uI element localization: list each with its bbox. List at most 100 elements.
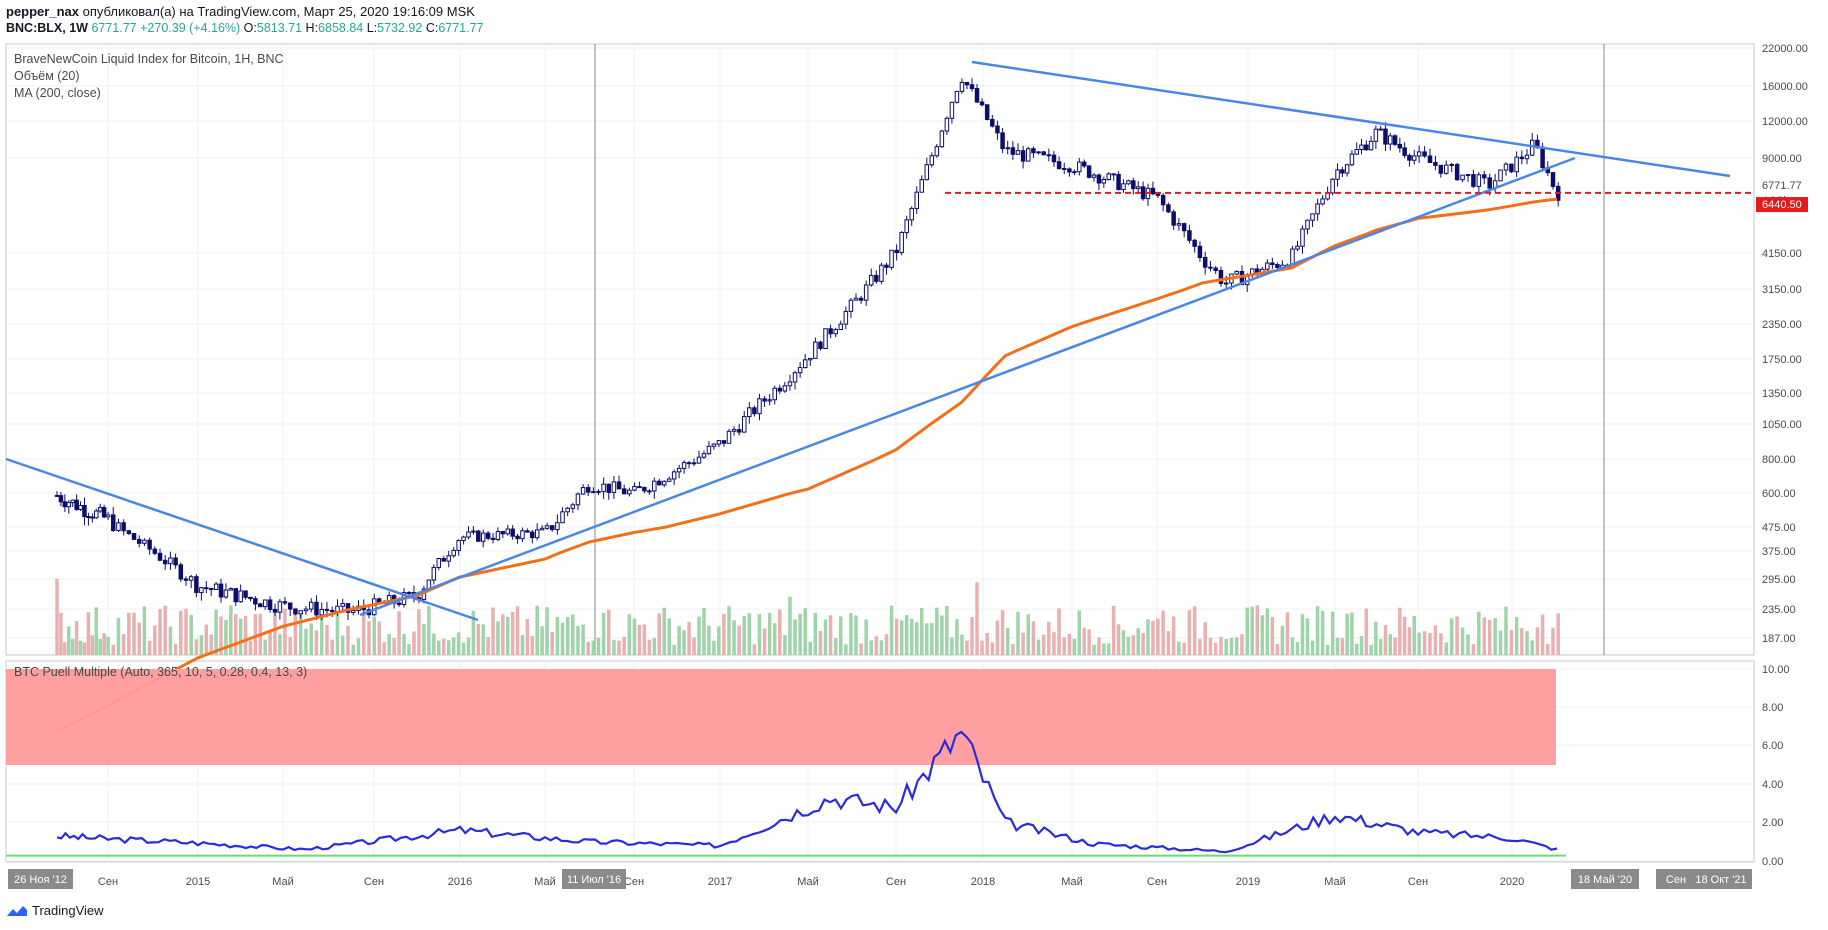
volume-bar [1136,628,1140,655]
candle-body [627,489,632,495]
candle-body [97,507,103,512]
candle-body [173,557,178,566]
time-axis-label: Сен [1408,876,1428,888]
candle-body [642,486,647,492]
volume-bar [1364,608,1369,655]
volume-bar [491,607,495,655]
volume-bar [1171,616,1176,655]
legend-puell[interactable]: BTC Puell Multiple (Auto, 365, 10, 5, 0.… [14,665,307,679]
candle-body [1315,203,1320,215]
candle-body [168,557,173,565]
candle-body [585,487,591,493]
candle-body [110,514,116,531]
volume-bar [325,624,329,655]
volume-bar [70,638,75,655]
volume-bar [506,616,510,655]
candle-body [1378,128,1383,131]
volume-bar [920,607,924,655]
candle-body [696,456,702,464]
candle-body [601,483,606,492]
candle-body [701,453,707,458]
candle-body [515,535,520,540]
candle-body [1192,239,1197,247]
price-tick-label: 16000.00 [1762,81,1808,93]
volume-bar [535,605,539,655]
volume-bar [1509,630,1514,655]
candle-body [74,499,79,510]
volume-bar [970,617,974,655]
legend-volume[interactable]: Объём (20) [14,69,80,83]
chart-canvas[interactable]: 22000.00 16000.00 12000.00 9000.00 4150.00 31… [0,0,1828,930]
candle-body [808,357,813,361]
volume-bar [1062,637,1066,655]
volume-bar [833,638,838,655]
candle-body [396,602,402,605]
volume-bar [1335,637,1340,655]
volume-bar [1487,619,1492,655]
candle-body [990,118,995,127]
volume-bar [894,618,899,655]
volume-bar [707,625,711,655]
candle-body [757,398,762,415]
candle-body [480,532,486,542]
legend-title[interactable]: BraveNewCoin Liquid Index for Bitcoin, 1… [14,52,284,66]
volume-bar [1041,634,1046,655]
candle-body [258,603,263,608]
candle-body [974,88,980,103]
candle-body [1015,150,1021,155]
candle-body [621,488,627,495]
volume-bar [859,643,863,655]
candle-body [752,407,757,415]
volume-bar [550,631,554,655]
volume-bar [818,630,823,655]
legend-ma[interactable]: MA (200, close) [14,86,101,100]
puell-tick-label: 0.00 [1762,856,1783,868]
candle-body [544,525,550,529]
candle-body [1091,174,1097,178]
candle-body [1041,151,1046,156]
volume-bar [889,605,894,655]
candle-body [471,530,476,533]
candle-body [1140,186,1146,200]
volume-bar [1340,638,1345,655]
volume-bar [1166,631,1171,655]
volume-bar [1187,609,1192,655]
candle-body [1514,156,1519,173]
candle-body [767,399,772,402]
volume-bar [1514,617,1519,655]
candle-body [596,490,601,493]
candle-body [772,387,777,401]
candle-body [1422,151,1427,157]
volume-bar [990,642,995,655]
volume-bar [601,612,606,655]
volume-bar [1255,605,1260,655]
volume-bar [168,626,173,655]
candle-body [253,598,258,605]
candle-body [272,608,278,613]
candle-body [308,601,314,610]
candle-body [183,578,189,581]
volume-bar [116,617,121,655]
candle-body [441,558,447,562]
volume-bar [466,637,471,655]
candle-body [451,550,456,557]
puell-overheat-zone [6,669,1556,765]
candle-body [894,249,899,254]
volume-bar [712,640,716,655]
candle-body [924,164,930,181]
tradingview-brand[interactable]: TradingView [6,903,104,918]
candle-body [90,516,95,519]
volume-bar [1520,628,1524,655]
volume-bar [1082,627,1086,655]
candle-body [406,592,412,595]
volume-bar [496,621,500,655]
candle-body [616,481,622,490]
volume-bar [1433,625,1438,655]
volume-bar [90,635,95,655]
candle-body [716,440,722,445]
volume-bar [778,609,782,655]
candle-body [711,443,717,447]
candle-body [1482,174,1487,179]
candle-body [979,101,985,106]
volume-bar [82,642,87,655]
